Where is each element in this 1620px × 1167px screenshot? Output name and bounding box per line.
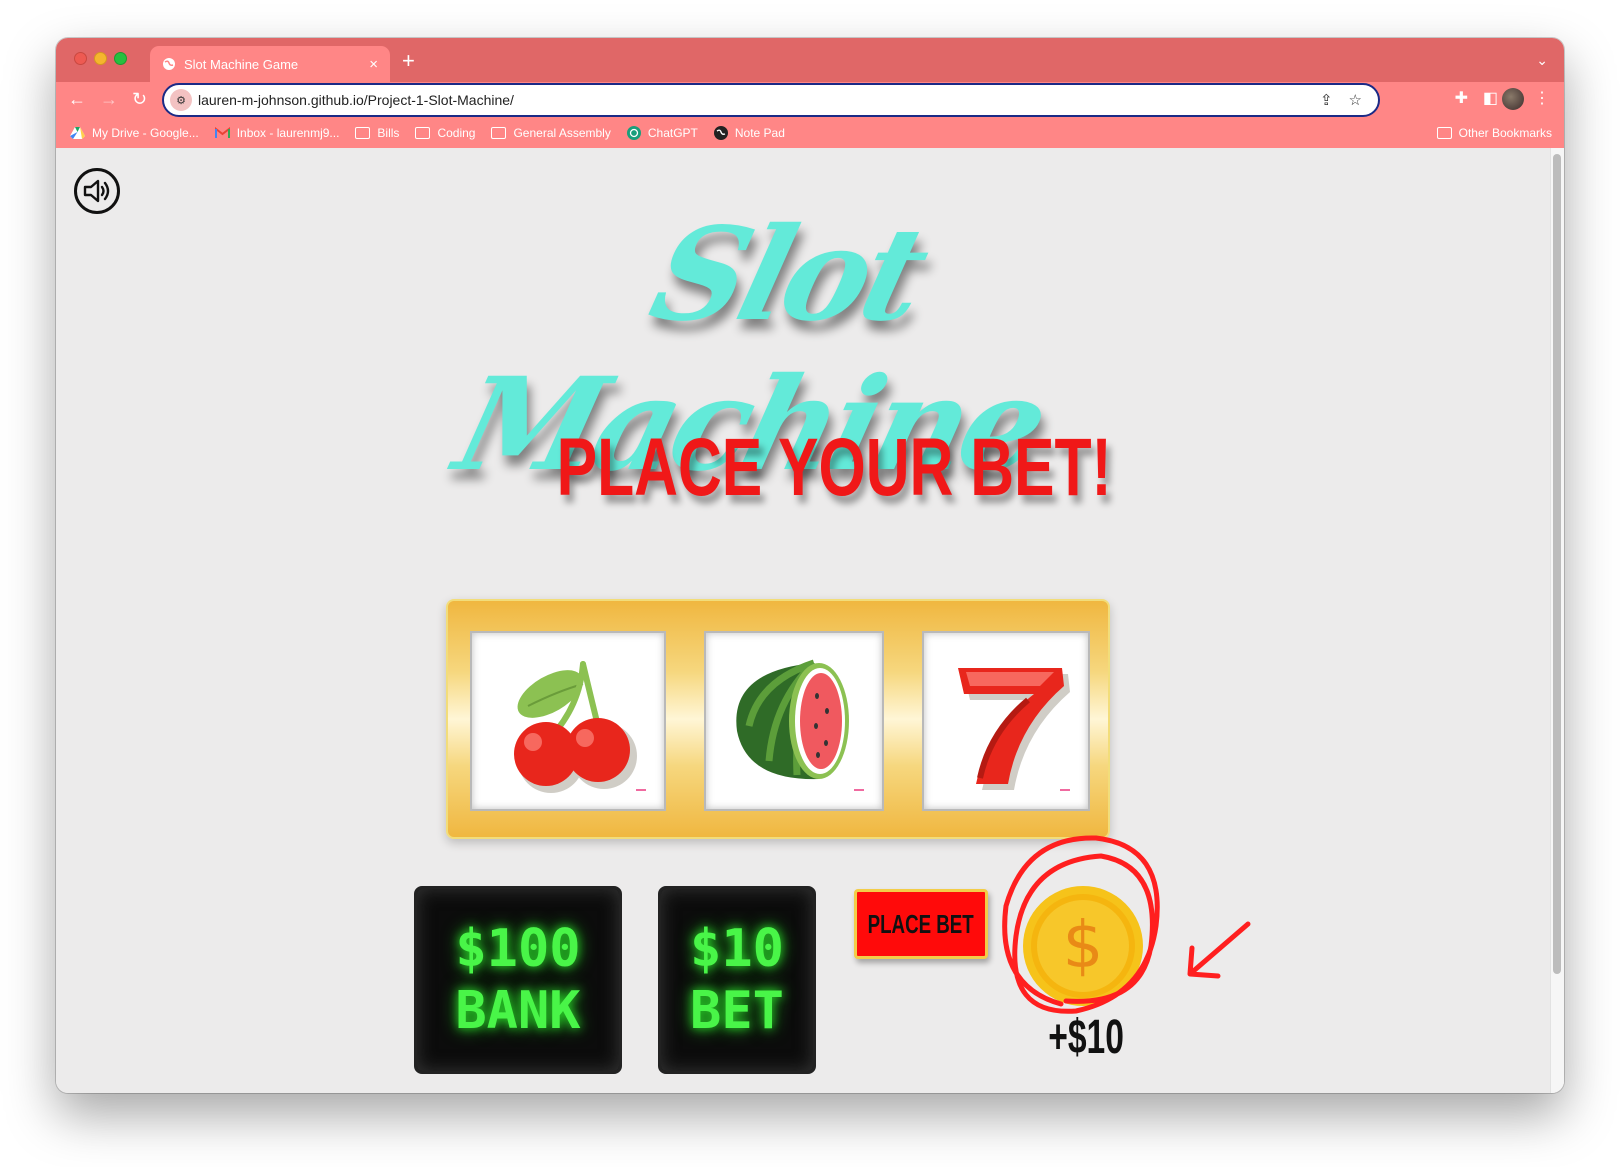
gmail-icon [214,127,230,138]
folder-icon [415,127,431,139]
bet-display: $10 BET [658,886,816,1074]
slot-machine-frame [446,599,1110,839]
new-tab-button[interactable]: + [402,50,415,72]
place-your-bet-heading: PLACE YOUR BET! [556,422,1112,513]
bookmark-label: My Drive - Google... [92,126,199,140]
watermelon-icon [736,659,849,780]
back-button[interactable]: ← [68,88,86,110]
maximize-window-button[interactable] [114,52,127,65]
page-content: Slot Machine PLACE YOUR BET! $100 BANK $… [56,148,1564,1093]
reel-2 [704,631,884,811]
tab-title: Slot Machine Game [184,56,299,72]
tab-search-icon[interactable]: ⌄ [1536,52,1548,69]
bookmark-bills[interactable]: Bills [355,126,399,140]
cherry-icon [514,661,637,793]
folder-icon [355,127,371,139]
folder-icon [491,127,507,139]
bookmark-coding[interactable]: Coding [415,126,475,140]
reel-1 [470,631,666,811]
bookmark-chatgpt[interactable]: ChatGPT [626,126,698,140]
chatgpt-icon [626,126,641,140]
reel-3 [922,631,1090,811]
bookmark-my-drive[interactable]: My Drive - Google... [70,126,199,140]
globe-icon [163,58,175,70]
place-bet-button[interactable]: PLACE BET [854,889,988,959]
extensions-icon[interactable]: ✚ [1455,88,1468,108]
minimize-window-button[interactable] [94,52,107,65]
bank-display: $100 BANK [414,886,622,1074]
scrollbar-thumb[interactable] [1553,154,1561,974]
tab-slot-machine[interactable]: Slot Machine Game × [150,46,390,82]
bookmark-label: Inbox - laurenmj9... [236,126,340,140]
folder-icon [1436,127,1452,139]
other-bookmarks[interactable]: Other Bookmarks [1436,126,1552,140]
site-settings-icon[interactable]: ⚙ [170,89,192,111]
bookmark-label: Note Pad [734,126,785,140]
share-icon[interactable]: ⇪ [1320,91,1333,109]
speaker-icon [83,179,110,203]
reel-marker [636,789,646,791]
forward-button[interactable]: → [100,88,118,110]
other-bookmarks-label: Other Bookmarks [1458,126,1552,140]
coin-icon[interactable]: $ [1022,885,1144,1007]
bookmark-star-icon[interactable]: ☆ [1349,91,1362,109]
bet-amount: $10 [690,919,784,979]
address-bar[interactable]: ⚙ lauren-m-johnson.github.io/Project-1-S… [162,83,1380,117]
browser-menu-icon[interactable]: ⋮ [1534,88,1550,108]
bank-amount: $100 [455,919,581,979]
globe-icon [713,126,728,140]
browser-window: Slot Machine Game × + ⌄ ← → ↻ ⚙ lauren-m… [56,38,1564,1093]
profile-avatar[interactable] [1502,88,1524,110]
bookmark-note-pad[interactable]: Note Pad [713,126,785,140]
reload-button[interactable]: ↻ [132,88,147,110]
bookmarks-bar: My Drive - Google... Inbox - laurenmj9..… [56,118,1564,148]
sound-toggle-button[interactable] [74,168,120,214]
bookmark-inbox[interactable]: Inbox - laurenmj9... [214,126,340,140]
seven-icon [958,668,1070,790]
bank-label: BANK [455,981,581,1041]
side-panel-icon[interactable]: ◧ [1483,88,1498,108]
bookmark-general-assembly[interactable]: General Assembly [491,126,611,140]
reel-marker [854,789,864,791]
toolbar: ← → ↻ ⚙ lauren-m-johnson.github.io/Proje… [56,82,1564,118]
title-bar: Slot Machine Game × + ⌄ [56,38,1564,82]
bookmark-label: General Assembly [513,126,611,140]
coin-amount: +$10 [1048,1011,1124,1064]
svg-text:$: $ [1063,909,1104,983]
bet-label: BET [690,981,784,1041]
bookmark-label: ChatGPT [647,126,698,140]
google-drive-icon [70,127,85,139]
close-window-button[interactable] [74,52,87,65]
reel-marker [1060,789,1070,791]
slot-machine-logo: Slot Machine [442,200,1057,500]
bookmark-label: Coding [437,126,476,140]
url-text[interactable]: lauren-m-johnson.github.io/Project-1-Slo… [198,92,1320,108]
tab-close-icon[interactable]: × [369,56,378,73]
place-bet-label: PLACE BET [867,908,975,939]
bookmark-label: Bills [377,126,400,140]
scrollbar[interactable] [1550,148,1564,1093]
